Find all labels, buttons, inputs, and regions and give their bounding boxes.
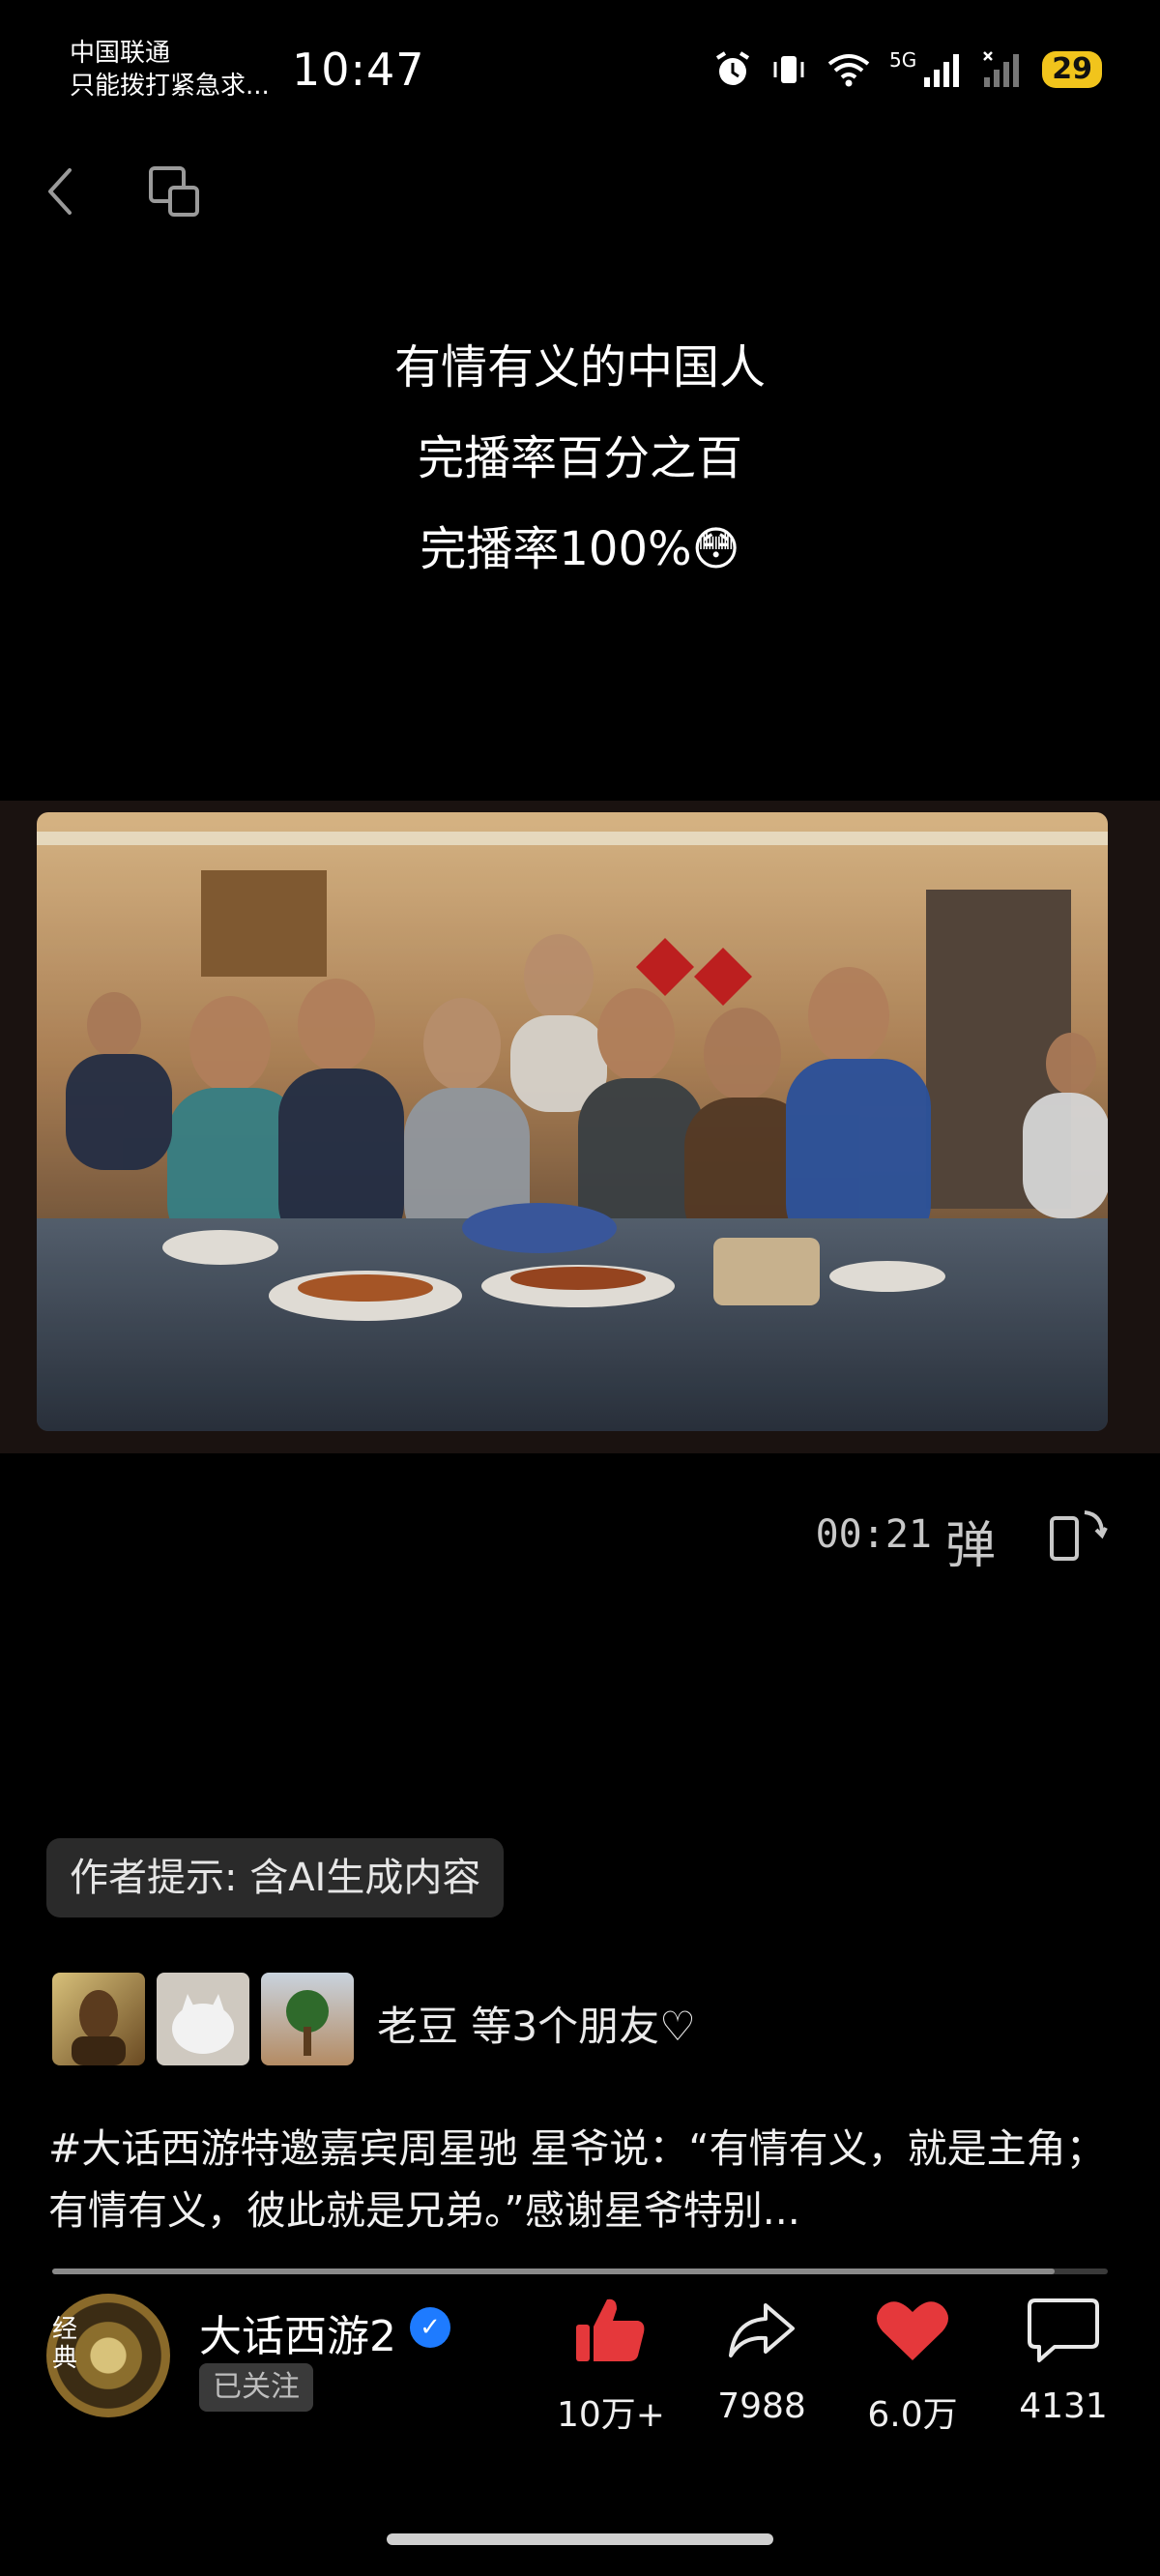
comment-button[interactable]: 4131 bbox=[1005, 2292, 1121, 2426]
comment-count: 4131 bbox=[1019, 2386, 1108, 2426]
chevron-left-icon bbox=[48, 168, 72, 215]
overlay-title-line-3: 完播率100%😳 bbox=[420, 522, 740, 576]
emergency-text: 只能拨打紧急求... bbox=[70, 72, 270, 101]
signal-icon bbox=[924, 54, 960, 87]
rotate-screen-button[interactable] bbox=[1046, 1505, 1108, 1563]
author-avatar-text: 经典 bbox=[52, 2315, 78, 2373]
avatar-cat bbox=[172, 1994, 234, 2054]
share-arrow-icon bbox=[729, 2303, 795, 2357]
like-button[interactable]: 10万+ bbox=[553, 2292, 669, 2437]
carrier-name: 中国联通 bbox=[70, 39, 171, 68]
heart-icon bbox=[877, 2301, 948, 2360]
verified-badge-icon: ✓ bbox=[410, 2307, 450, 2348]
video-progress-bar[interactable] bbox=[52, 2269, 1108, 2274]
signal-off-icon bbox=[983, 51, 1020, 87]
status-time: 10:47 bbox=[292, 44, 425, 96]
alarm-icon bbox=[715, 51, 750, 85]
friend-avatar-3[interactable] bbox=[261, 1973, 354, 2065]
back-button[interactable] bbox=[41, 162, 79, 220]
favorite-count: 6.0万 bbox=[867, 2395, 958, 2435]
danmu-label: 弹 bbox=[944, 1517, 996, 1575]
thumbs-up-icon bbox=[576, 2298, 645, 2361]
battery-indicator: 29 bbox=[1042, 51, 1102, 88]
video-progress-fill bbox=[52, 2269, 1056, 2274]
network-label: 5G bbox=[889, 48, 917, 72]
rotate-screen-icon bbox=[1050, 1510, 1108, 1561]
home-indicator[interactable] bbox=[387, 2533, 773, 2545]
author-name[interactable]: 大话西游2 bbox=[199, 2301, 396, 2363]
overlay-title-line-1: 有情有义的中国人 bbox=[393, 340, 766, 395]
avatar-portrait bbox=[72, 1990, 126, 2065]
friend-avatar-2[interactable] bbox=[157, 1973, 249, 2065]
comment-bubble-icon bbox=[1028, 2298, 1099, 2362]
video-description[interactable]: #大话西游特邀嘉宾周星驰 星爷说：“有情有义，就是主角；有情有义，彼此就是兄弟。… bbox=[48, 2118, 1121, 2241]
vibrate-icon bbox=[773, 56, 804, 83]
follow-status-badge[interactable]: 已关注 bbox=[199, 2363, 313, 2412]
friends-liked-text[interactable]: 老豆 等3个朋友♡ bbox=[377, 1994, 696, 2053]
video-elapsed-time: 00:21 bbox=[815, 1512, 932, 1557]
friend-avatar-1[interactable] bbox=[52, 1973, 145, 2065]
video-player[interactable] bbox=[0, 801, 1160, 1453]
status-carrier-block: 中国联通 只能拨打紧急求... bbox=[70, 37, 270, 102]
video-frame bbox=[37, 812, 1108, 1431]
author-avatar[interactable]: 经典 bbox=[46, 2294, 170, 2417]
favorite-button[interactable]: 6.0万 bbox=[855, 2292, 971, 2437]
share-button[interactable]: 7988 bbox=[704, 2292, 820, 2426]
pip-button[interactable] bbox=[145, 162, 203, 220]
avatar-tree bbox=[286, 1990, 329, 2056]
overlay-title-line-2: 完播率百分之百 bbox=[417, 431, 742, 485]
ai-content-tip[interactable]: 作者提示: 含AI生成内容 bbox=[46, 1838, 505, 1917]
share-count: 7988 bbox=[717, 2386, 806, 2426]
danmu-toggle-button[interactable]: 弹 bbox=[945, 1505, 996, 1577]
video-still-image bbox=[37, 812, 1108, 1431]
like-count: 10万+ bbox=[557, 2395, 665, 2435]
status-icons: 5G 29 bbox=[713, 48, 1102, 91]
pip-icon bbox=[149, 166, 199, 217]
wifi-icon bbox=[827, 54, 870, 87]
